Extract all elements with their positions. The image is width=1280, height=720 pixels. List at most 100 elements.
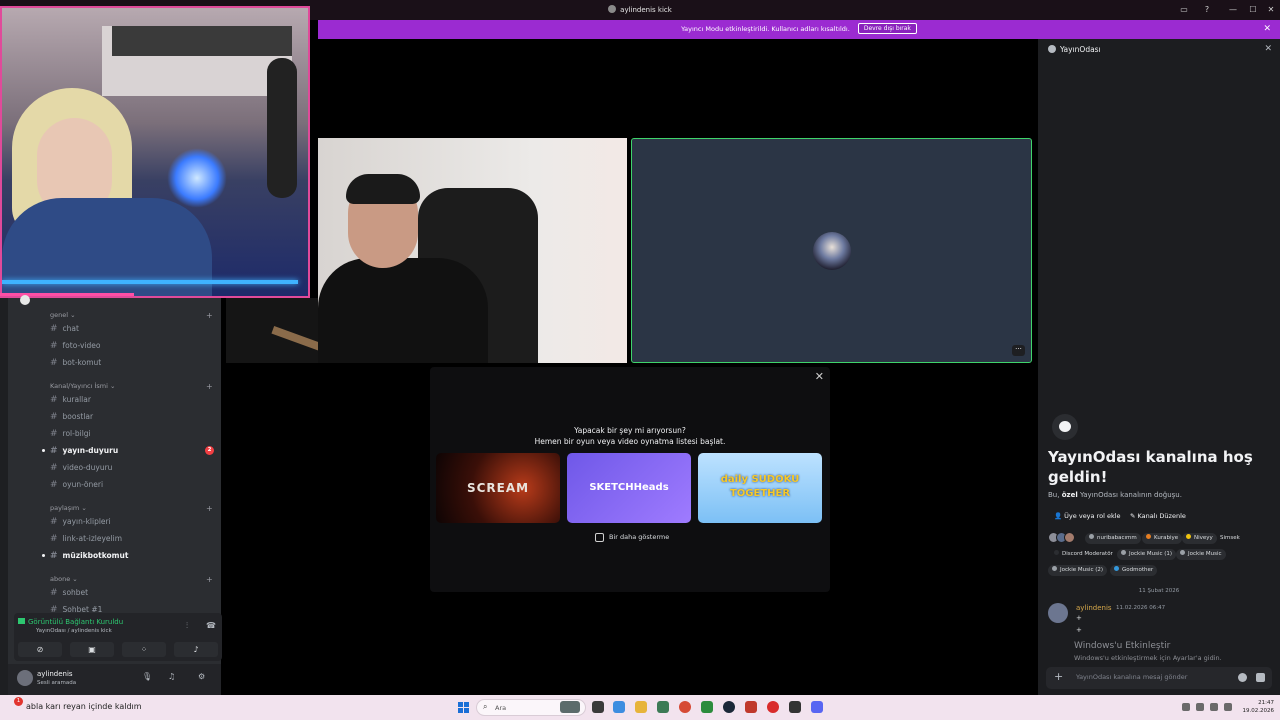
channel-yayin-duyuru[interactable]: # yayın-duyuru 2 bbox=[42, 446, 214, 456]
channel-kurallar[interactable]: # kurallar bbox=[50, 395, 91, 405]
channel-link-at-izleyelim[interactable]: # link-at-izleyelim bbox=[50, 534, 122, 544]
apps-icon[interactable] bbox=[1256, 673, 1265, 682]
welcome-prefix: Bu, bbox=[1048, 491, 1062, 499]
opera-icon[interactable] bbox=[767, 701, 779, 713]
message-author[interactable]: aylindenis bbox=[1076, 604, 1112, 612]
role-chip[interactable]: Godmother bbox=[1110, 565, 1158, 576]
copilot-icon[interactable] bbox=[613, 701, 625, 713]
hash-icon: # bbox=[50, 324, 58, 334]
inbox-icon[interactable]: ▭ bbox=[1177, 4, 1191, 16]
camera-toggle-button[interactable]: ⊘ bbox=[18, 642, 62, 657]
category-genel[interactable]: genel ⌄ + bbox=[50, 311, 213, 320]
category-paylasim[interactable]: paylaşım ⌄ + bbox=[50, 504, 213, 513]
category-kanal-yayinci[interactable]: Kanal/Yayıncı İsmi ⌄ + bbox=[50, 382, 213, 391]
banner-text: Yayıncı Modu etkinleştirildi. Kullanıcı … bbox=[681, 25, 850, 33]
role-chip[interactable]: Niveyy bbox=[1182, 533, 1217, 544]
screen: aylindenis kick ▭ ? — ☐ ✕ Yayıncı Modu e… bbox=[0, 0, 1280, 720]
channel-sohbet[interactable]: # sohbet bbox=[50, 588, 88, 598]
channel-label: müzikbotkomut bbox=[62, 551, 129, 560]
volume-icon[interactable] bbox=[1210, 703, 1218, 711]
game-card-sudoku[interactable]: daily SUDOKU TOGETHER bbox=[698, 453, 822, 523]
activity-close-icon[interactable]: ✕ bbox=[815, 370, 824, 383]
noise-suppression-icon[interactable]: ⫶ bbox=[186, 621, 188, 631]
soundboard-button[interactable]: ♪ bbox=[174, 642, 218, 657]
settings-gear-icon[interactable]: ⚙ bbox=[198, 672, 205, 681]
unread-dot bbox=[42, 449, 45, 452]
add-channel-icon[interactable]: + bbox=[206, 382, 213, 391]
role-chip[interactable]: Discord Moderatör bbox=[1050, 549, 1117, 560]
banner-close-icon[interactable]: ✕ bbox=[1263, 20, 1271, 39]
chat-close-icon[interactable]: ✕ bbox=[1264, 44, 1272, 54]
disable-streamer-mode-button[interactable]: Devre dışı bırak bbox=[857, 23, 917, 34]
channel-boostlar[interactable]: # boostlar bbox=[50, 412, 93, 422]
hash-icon: # bbox=[50, 341, 58, 351]
role-chip[interactable]: Simsek bbox=[1216, 533, 1244, 544]
category-abone[interactable]: abone ⌄ + bbox=[50, 575, 213, 584]
dont-show-again-checkbox[interactable] bbox=[595, 533, 604, 542]
battery-icon[interactable] bbox=[1224, 703, 1232, 711]
windows-start-icon[interactable] bbox=[458, 702, 469, 713]
add-channel-icon[interactable]: + bbox=[206, 575, 213, 584]
voice-channel-path[interactable]: YayınOdası / aylindenis kick bbox=[36, 628, 112, 634]
role-chip[interactable]: Jockie Music (2) bbox=[1048, 565, 1108, 576]
role-chip[interactable]: nuribabacımm bbox=[1085, 533, 1141, 544]
channel-muzikbotkomut[interactable]: # müzikbotkomut bbox=[42, 551, 129, 561]
role-chip[interactable]: Jockie Music (1) bbox=[1117, 549, 1177, 560]
game-card-sketchheads[interactable]: SKETCHHeads bbox=[567, 453, 691, 523]
headphones-icon[interactable]: ♫ bbox=[168, 672, 175, 681]
activities-button[interactable]: ⁘ bbox=[122, 642, 166, 657]
role-chip[interactable]: Jockie Music bbox=[1176, 549, 1226, 560]
task-view-icon[interactable] bbox=[592, 701, 604, 713]
avatar bbox=[1064, 532, 1075, 543]
channel-oyun-oneri[interactable]: # oyun-öneri bbox=[50, 480, 103, 490]
maximize-button[interactable]: ☐ bbox=[1246, 4, 1260, 16]
steam-icon[interactable] bbox=[723, 701, 735, 713]
channel-chat[interactable]: # chat bbox=[50, 324, 79, 334]
avatar[interactable] bbox=[17, 670, 33, 686]
xbox-icon[interactable] bbox=[701, 701, 713, 713]
taskbar-clock[interactable]: 21:47 19.02.2026 bbox=[1240, 699, 1275, 715]
discord-icon[interactable] bbox=[20, 295, 30, 305]
message-input[interactable]: + YayınOdası kanalına mesaj gönder bbox=[1046, 667, 1272, 689]
channel-rol-bilgi[interactable]: # rol-bilgi bbox=[50, 429, 91, 439]
add-member-button[interactable]: 👤 Üye veya rol ekle bbox=[1050, 509, 1125, 523]
edit-channel-label: Kanalı Düzenle bbox=[1137, 512, 1186, 520]
channel-yayin-klipleri[interactable]: # yayın-klipleri bbox=[50, 517, 111, 527]
voice-status: Görüntülü Bağlantı Kuruldu bbox=[18, 618, 123, 626]
more-options-icon[interactable]: ··· bbox=[1012, 345, 1025, 356]
channel-label: oyun-öneri bbox=[62, 480, 104, 489]
game-card-scream[interactable]: SCREAM bbox=[436, 453, 560, 523]
tray-chevron-icon[interactable] bbox=[1182, 703, 1190, 711]
chrome-icon[interactable] bbox=[679, 701, 691, 713]
edit-channel-button[interactable]: ✎ Kanalı Düzenle bbox=[1126, 509, 1190, 523]
emoji-icon[interactable] bbox=[1238, 673, 1247, 682]
disconnect-icon[interactable]: ☎ bbox=[206, 621, 216, 630]
clock-date: 19.02.2026 bbox=[1242, 708, 1275, 714]
widget-icon[interactable] bbox=[560, 701, 580, 713]
network-icon[interactable] bbox=[1196, 703, 1204, 711]
add-channel-icon[interactable]: + bbox=[206, 311, 213, 320]
help-icon[interactable]: ? bbox=[1200, 4, 1214, 16]
photos-icon[interactable] bbox=[657, 701, 669, 713]
role-chip[interactable]: Kurabiye bbox=[1142, 533, 1183, 544]
attach-plus-icon[interactable]: + bbox=[1054, 671, 1063, 683]
avatar[interactable] bbox=[1048, 603, 1068, 623]
minimize-button[interactable]: — bbox=[1226, 4, 1240, 16]
game-app-icon[interactable] bbox=[745, 701, 757, 713]
channel-foto-video[interactable]: # foto-video bbox=[50, 341, 100, 351]
screen-share-button[interactable]: ▣ bbox=[70, 642, 114, 657]
video-tile-speaking-avatar[interactable]: ··· bbox=[631, 138, 1032, 363]
file-explorer-icon[interactable] bbox=[635, 701, 647, 713]
add-channel-icon[interactable]: + bbox=[206, 504, 213, 513]
epic-games-icon[interactable] bbox=[789, 701, 801, 713]
close-window-button[interactable]: ✕ bbox=[1264, 4, 1278, 16]
microphone-icon[interactable]: 🎙 bbox=[142, 672, 152, 681]
video-tile-camera[interactable] bbox=[318, 138, 627, 363]
chat-header: YayınOdası bbox=[1048, 45, 1101, 54]
channel-video-duyuru[interactable]: # video-duyuru bbox=[50, 463, 112, 473]
game-title: SCREAM bbox=[466, 481, 530, 495]
discord-taskbar-icon[interactable] bbox=[811, 701, 823, 713]
dont-show-again-label[interactable]: Bir daha gösterme bbox=[609, 533, 669, 541]
chat-bubble-icon bbox=[1048, 45, 1056, 53]
channel-bot-komut[interactable]: # bot-komut bbox=[50, 358, 101, 368]
